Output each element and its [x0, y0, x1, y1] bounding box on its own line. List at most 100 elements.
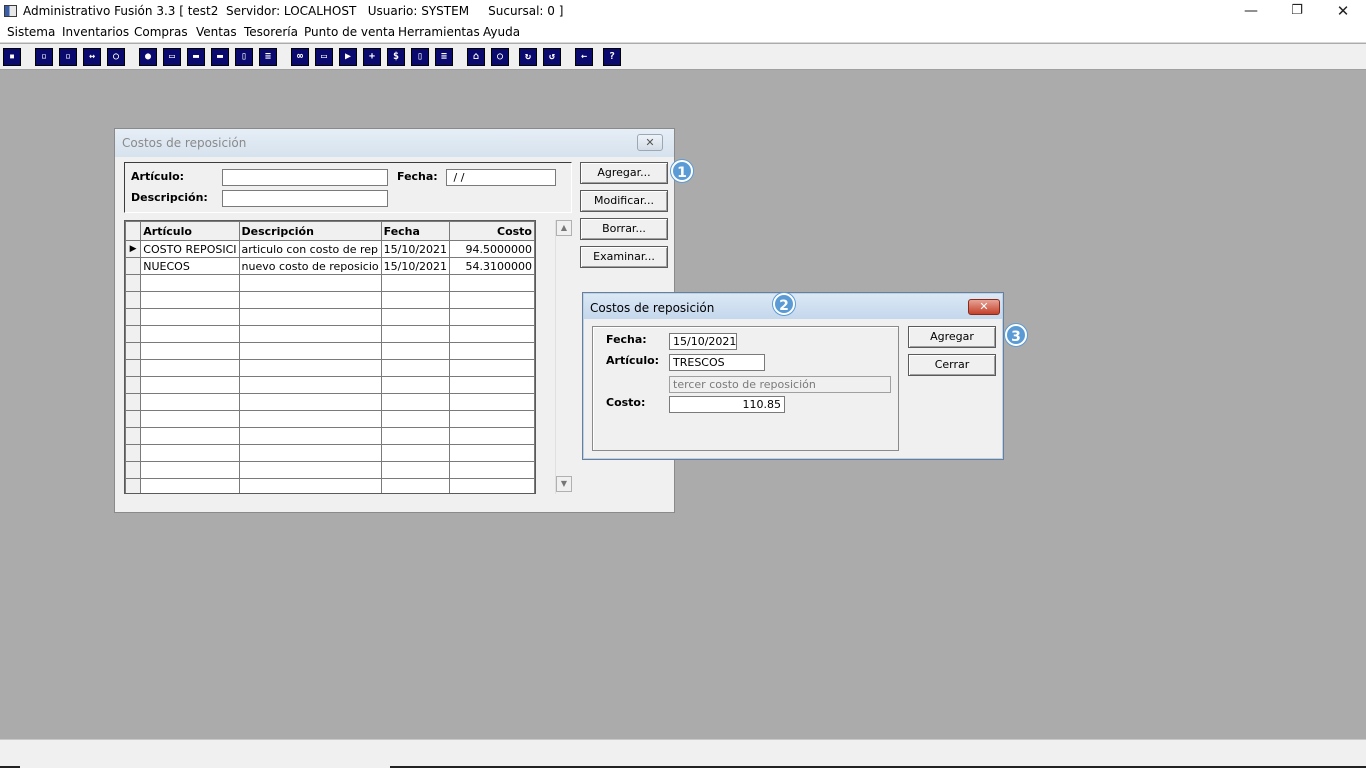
cell-articulo[interactable]: COSTO REPOSICI [140, 240, 240, 258]
window-icon[interactable]: ▭ [315, 48, 333, 66]
dialog-articulo-field[interactable]: TRESCOS [669, 354, 765, 371]
calculator-icon[interactable]: ▪ [3, 48, 21, 66]
empty-cell[interactable] [380, 393, 451, 411]
empty-cell[interactable] [380, 342, 451, 360]
scroll-down-icon[interactable]: ▼ [556, 476, 572, 492]
empty-cell[interactable] [238, 461, 382, 479]
empty-cell[interactable] [449, 325, 535, 343]
scroll-up-icon[interactable]: ▲ [556, 220, 572, 236]
empty-cell[interactable] [449, 291, 535, 309]
empty-cell[interactable] [380, 376, 451, 394]
empty-cell[interactable] [238, 376, 382, 394]
undo-icon[interactable]: ↺ [543, 48, 561, 66]
restore-button[interactable]: ❐ [1274, 0, 1320, 23]
table-icon[interactable]: ≡ [435, 48, 453, 66]
empty-cell[interactable] [380, 308, 451, 326]
empty-cell[interactable] [238, 393, 382, 411]
empty-cell[interactable] [238, 427, 382, 445]
dialog-cerrar-button[interactable]: Cerrar [908, 354, 996, 376]
empty-cell[interactable] [380, 359, 451, 377]
menu-tesoreria[interactable]: Tesorería [244, 25, 298, 39]
empty-cell[interactable] [380, 427, 451, 445]
modificar-button[interactable]: Modificar... [580, 190, 668, 212]
cell-costo[interactable]: 94.5000000 [449, 240, 535, 258]
table-row[interactable] [125, 291, 535, 309]
help-icon[interactable]: ? [603, 48, 621, 66]
menu-compras[interactable]: Compras [134, 25, 188, 39]
binoculars-icon[interactable]: ∞ [291, 48, 309, 66]
examinar-button[interactable]: Examinar... [580, 246, 668, 268]
menu-sistema[interactable]: Sistema [7, 25, 55, 39]
table-row[interactable] [125, 359, 535, 377]
grid-scrollbar[interactable]: ▲ ▼ [555, 220, 572, 494]
empty-cell[interactable] [449, 376, 535, 394]
dialog-costo-field[interactable]: 110.85 [669, 396, 785, 413]
cell-descripcion[interactable]: articulo con costo de rep [238, 240, 382, 258]
close-window-button[interactable]: ✕ [1320, 0, 1366, 23]
table-row[interactable] [125, 308, 535, 326]
empty-cell[interactable] [140, 308, 240, 326]
empty-cell[interactable] [238, 444, 382, 462]
document-icon[interactable]: ▯ [235, 48, 253, 66]
minimize-button[interactable]: — [1228, 0, 1274, 23]
empty-cell[interactable] [380, 291, 451, 309]
empty-cell[interactable] [380, 444, 451, 462]
empty-cell[interactable] [238, 478, 382, 493]
empty-cell[interactable] [449, 342, 535, 360]
empty-cell[interactable] [449, 478, 535, 493]
empty-cell[interactable] [238, 410, 382, 428]
table-row[interactable] [125, 410, 535, 428]
dollar-icon[interactable]: $ [387, 48, 405, 66]
menu-ayuda[interactable]: Ayuda [483, 25, 520, 39]
empty-cell[interactable] [238, 359, 382, 377]
empty-cell[interactable] [449, 359, 535, 377]
empty-cell[interactable] [449, 393, 535, 411]
empty-cell[interactable] [449, 274, 535, 292]
printer-icon[interactable]: ▬ [211, 48, 229, 66]
agregar-button[interactable]: Agregar... [580, 162, 668, 184]
empty-cell[interactable] [140, 478, 240, 493]
column-header-fecha[interactable]: Fecha [380, 221, 451, 241]
back-icon[interactable]: ← [575, 48, 593, 66]
dialog-agregar-button[interactable]: Agregar [908, 326, 996, 348]
empty-cell[interactable] [380, 274, 451, 292]
costos-grid[interactable]: Artículo Descripción Fecha Costo ▶ COSTO… [124, 220, 536, 494]
paste-icon[interactable]: ▫ [59, 48, 77, 66]
table-row[interactable]: ▶ COSTO REPOSICI articulo con costo de r… [125, 240, 535, 258]
table-row[interactable] [125, 274, 535, 292]
table-row[interactable] [125, 376, 535, 394]
cell-costo[interactable]: 54.3100000 [449, 257, 535, 275]
dialog-fecha-field[interactable]: 15/10/2021 [669, 333, 737, 350]
table-row[interactable] [125, 427, 535, 445]
cell-descripcion[interactable]: nuevo costo de reposicio [238, 257, 382, 275]
transfer-icon[interactable]: ↔ [83, 48, 101, 66]
empty-cell[interactable] [449, 444, 535, 462]
cell-fecha[interactable]: 15/10/2021 [380, 257, 451, 275]
empty-cell[interactable] [140, 325, 240, 343]
column-header-costo[interactable]: Costo [449, 221, 535, 241]
table-row[interactable] [125, 325, 535, 343]
table-row[interactable] [125, 461, 535, 479]
empty-cell[interactable] [449, 461, 535, 479]
report-icon[interactable]: ▯ [411, 48, 429, 66]
column-header-articulo[interactable]: Artículo [140, 221, 240, 241]
folder-icon[interactable]: ▭ [163, 48, 181, 66]
search-icon[interactable]: ○ [491, 48, 509, 66]
descripcion-field[interactable] [222, 190, 388, 207]
articulo-field[interactable] [222, 169, 388, 186]
fecha-field[interactable]: / / [446, 169, 556, 186]
empty-cell[interactable] [449, 308, 535, 326]
home-icon[interactable]: ⌂ [467, 48, 485, 66]
empty-cell[interactable] [140, 359, 240, 377]
costos-close-button[interactable]: ✕ [637, 134, 663, 151]
empty-cell[interactable] [140, 410, 240, 428]
empty-cell[interactable] [238, 291, 382, 309]
empty-cell[interactable] [140, 461, 240, 479]
empty-cell[interactable] [238, 325, 382, 343]
menu-herramientas[interactable]: Herramientas [398, 25, 480, 39]
list-icon[interactable]: ≡ [259, 48, 277, 66]
dialog-close-button[interactable]: ✕ [968, 299, 1000, 315]
empty-cell[interactable] [238, 308, 382, 326]
empty-cell[interactable] [140, 291, 240, 309]
empty-cell[interactable] [140, 376, 240, 394]
